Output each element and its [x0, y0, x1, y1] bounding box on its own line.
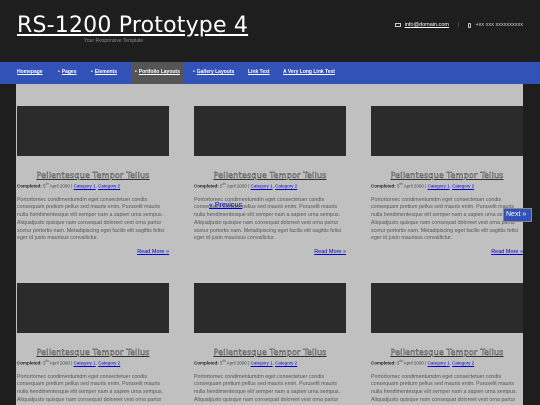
meta-label: Completed: — [371, 183, 396, 189]
dropdown-bullet-icon: • — [135, 69, 137, 75]
meta-date: April 2000 — [48, 183, 70, 189]
card-thumbnail[interactable] — [194, 106, 346, 156]
card-meta: Completed: 5th April 2000 | Category 1, … — [371, 359, 475, 366]
nav-item-homepage[interactable]: Homepage — [17, 62, 43, 84]
portfolio-card: Pellentesque Tempor Tellus Completed: 5t… — [371, 283, 523, 405]
email-link[interactable]: info@domain.com — [405, 22, 449, 28]
portfolio-card: Pellentesque Tempor Tellus Completed: 5t… — [17, 283, 169, 405]
category-link[interactable]: Category 2 — [452, 184, 474, 189]
category-link[interactable]: Category 1 — [74, 361, 96, 366]
read-more-link[interactable]: Read More » — [194, 249, 346, 255]
meta-label: Completed: — [194, 183, 219, 189]
read-more-link[interactable]: Read More » — [371, 249, 523, 255]
dropdown-bullet-icon: • — [193, 69, 195, 75]
right-margin — [523, 84, 540, 405]
nav-item-pages[interactable]: • Pages — [58, 62, 77, 84]
card-title[interactable]: Pellentesque Tempor Tellus — [194, 348, 346, 357]
nav-item-elements[interactable]: • Elements — [91, 62, 117, 84]
card-thumbnail[interactable] — [371, 106, 523, 156]
category-link[interactable]: Category 1 — [428, 361, 450, 366]
dropdown-bullet-icon: • — [58, 69, 60, 75]
meta-label: Completed: — [194, 360, 219, 366]
card-meta: Completed: 5th April 2000 | Category 1, … — [17, 359, 121, 366]
contact-divider: | — [458, 22, 460, 28]
card-excerpt: Portortornec condimentumdm eget consecte… — [17, 196, 164, 242]
card-title[interactable]: Pellentesque Tempor Tellus — [17, 171, 169, 180]
portfolio-card: Pellentesque Tempor Tellus Completed: 5t… — [371, 106, 523, 255]
card-excerpt: Portortornec condimentumdm eget consecte… — [194, 373, 341, 405]
site-header: RS-1200 Prototype 4 Your Responsive Temp… — [0, 0, 540, 62]
category-link[interactable]: Category 1 — [251, 361, 273, 366]
main-nav: Homepage • Pages • Elements • Portfolio Lay… — [0, 62, 540, 84]
nav-item-label: Pages — [61, 69, 77, 75]
card-title[interactable]: Pellentesque Tempor Tellus — [371, 171, 523, 180]
nav-item-label: Portfolio Layouts — [138, 69, 180, 75]
card-thumbnail[interactable] — [194, 283, 346, 333]
card-title[interactable]: Pellentesque Tempor Tellus — [17, 348, 169, 357]
portfolio-card: Pellentesque Tempor Tellus Completed: 5t… — [17, 106, 169, 255]
nav-item-portfolio-layouts[interactable]: • Portfolio Layouts — [131, 62, 184, 84]
mail-icon — [394, 23, 401, 27]
category-link[interactable]: Category 1 — [251, 184, 273, 189]
meta-label: Completed: — [17, 360, 42, 366]
category-link[interactable]: Category 1 — [74, 184, 96, 189]
card-meta: Completed: 5th April 2000 | Category 1, … — [371, 182, 475, 189]
previous-page-link[interactable]: « Previous — [209, 202, 242, 209]
phone-icon — [468, 22, 472, 28]
meta-label: Completed: — [371, 360, 396, 366]
next-page-button[interactable]: Next » — [503, 208, 532, 222]
contact-info: info@domain.com | +xx xxx xxxxxxxxxx — [394, 22, 523, 28]
category-link[interactable]: Category 2 — [452, 361, 474, 366]
category-link[interactable]: Category 2 — [98, 361, 120, 366]
site-title[interactable]: RS-1200 Prototype 4 — [17, 13, 248, 38]
card-meta: Completed: 5th April 2000 | Category 1, … — [17, 182, 121, 189]
nav-item-long-link-text[interactable]: A Very Long Link Text — [283, 62, 335, 84]
card-thumbnail[interactable] — [17, 283, 169, 333]
category-link[interactable]: Category 2 — [275, 184, 297, 189]
category-link[interactable]: Category 2 — [275, 361, 297, 366]
portfolio-card: Pellentesque Tempor Tellus Completed: 5t… — [194, 106, 346, 255]
meta-date: April 2000 — [225, 183, 247, 189]
nav-item-link-text[interactable]: Link Text — [248, 62, 270, 84]
card-excerpt: Portortornec condimentumdm eget consecte… — [371, 373, 518, 405]
meta-date: April 2000 — [48, 360, 70, 366]
card-meta: Completed: 5th April 2000 | Category 1, … — [194, 359, 298, 366]
nav-item-label: Gallery Layouts — [196, 69, 235, 75]
phone-number: +xx xxx xxxxxxxxxx — [475, 22, 523, 28]
meta-label: Completed: — [17, 183, 42, 189]
card-title[interactable]: Pellentesque Tempor Tellus — [371, 348, 523, 357]
dropdown-bullet-icon: • — [91, 69, 93, 75]
category-link[interactable]: Category 1 — [428, 184, 450, 189]
portfolio-grid: Pellentesque Tempor Tellus Completed: 5t… — [16, 84, 523, 405]
card-thumbnail[interactable] — [371, 283, 523, 333]
card-excerpt: Portortornec condimentumdm eget consecte… — [371, 196, 518, 242]
card-thumbnail[interactable] — [17, 106, 169, 156]
left-margin — [0, 84, 16, 405]
card-meta: Completed: 5th April 2000 | Category 1, … — [194, 182, 298, 189]
card-excerpt: Portortornec condimentumdm eget consecte… — [17, 373, 164, 405]
category-link[interactable]: Category 2 — [98, 184, 120, 189]
nav-item-label: Elements — [94, 69, 117, 75]
portfolio-card: Pellentesque Tempor Tellus Completed: 5t… — [194, 283, 346, 405]
read-more-link[interactable]: Read More » — [17, 249, 169, 255]
meta-date: April 2000 — [225, 360, 247, 366]
nav-item-gallery-layouts[interactable]: • Gallery Layouts — [193, 62, 234, 84]
meta-date: April 2000 — [402, 183, 424, 189]
meta-date: April 2000 — [402, 360, 424, 366]
site-tagline: Your Responsive Template — [84, 38, 144, 44]
card-title[interactable]: Pellentesque Tempor Tellus — [194, 171, 346, 180]
